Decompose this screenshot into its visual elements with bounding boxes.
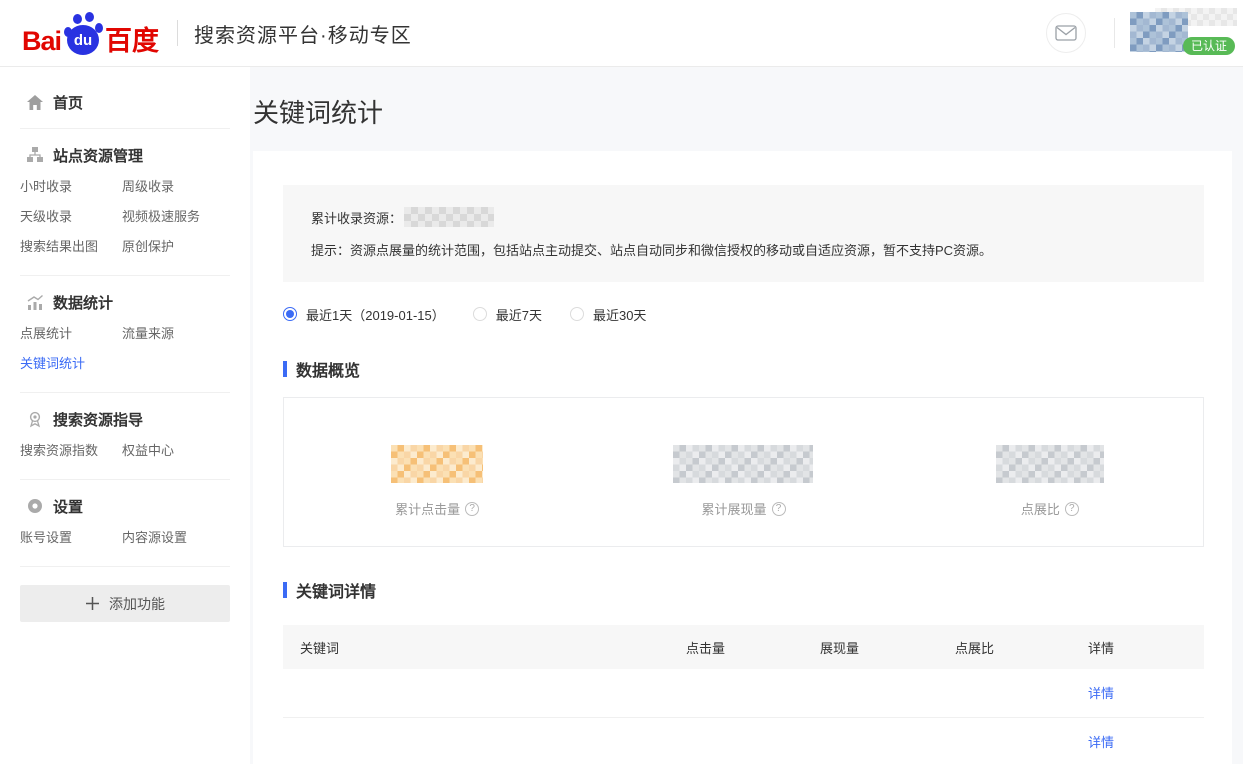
page-title: 关键词统计 xyxy=(253,93,383,130)
table-header-row: 关键词 点击量 展现量 点展比 详情 xyxy=(283,625,1204,669)
divider xyxy=(20,566,230,567)
product-title: 搜索资源平台·移动专区 xyxy=(194,19,412,48)
overview-section-header: 数据概览 xyxy=(283,358,1204,380)
radio-last-30-days[interactable]: 最近30天 xyxy=(570,305,646,324)
sidebar-item-click-impression-stats[interactable]: 点展统计 xyxy=(20,317,122,347)
blurred-impressions-value xyxy=(673,445,813,483)
table-row: 详情 xyxy=(283,718,1204,764)
sidebar-item-label: 首页 xyxy=(53,92,83,113)
summary-box: 累计收录资源： 提示：资源点展量的统计范围，包括站点主动提交、站点自动同步和微信… xyxy=(283,185,1204,282)
detail-link[interactable]: 详情 xyxy=(1088,686,1114,701)
baidu-paw-icon: du xyxy=(63,11,103,55)
radio-selected-icon xyxy=(283,307,297,321)
keyword-table: 关键词 点击量 展现量 点展比 详情 详情 详情 xyxy=(283,625,1204,764)
sitemap-icon xyxy=(25,146,45,164)
sidebar-section-settings: 设置 xyxy=(0,495,250,517)
sidebar-item-search-result-image[interactable]: 搜索结果出图 xyxy=(20,230,122,260)
add-feature-button[interactable]: 添加功能 xyxy=(20,585,230,622)
section-title: 数据统计 xyxy=(53,292,113,313)
home-icon xyxy=(25,94,45,111)
radio-unselected-icon xyxy=(570,307,584,321)
verified-badge: 已认证 xyxy=(1183,37,1235,55)
help-circle-icon[interactable]: ? xyxy=(465,502,479,516)
total-resources-label: 累计收录资源： xyxy=(311,208,402,227)
sidebar-item-home[interactable]: 首页 xyxy=(0,91,250,113)
medal-icon xyxy=(25,410,45,428)
stat-total-impressions: 累计展现量 ? xyxy=(590,398,896,546)
add-feature-label: 添加功能 xyxy=(109,594,165,614)
sidebar-section-site-resources: 站点资源管理 xyxy=(0,144,250,166)
help-circle-icon[interactable]: ? xyxy=(1065,502,1079,516)
section-title: 设置 xyxy=(53,496,83,517)
divider xyxy=(20,479,230,480)
account-menu[interactable]: 已认证 xyxy=(1115,4,1243,62)
sidebar-item-keyword-stats-active[interactable]: 关键词统计 xyxy=(20,347,122,377)
date-filter-row: 最近1天（2019-01-15） 最近7天 最近30天 xyxy=(283,304,1204,324)
main-content: 关键词统计 累计收录资源： 提示：资源点展量的统计范围，包括站点主动提交、站点自… xyxy=(250,67,1243,764)
blurred-total-value xyxy=(404,207,494,227)
logo-divider xyxy=(177,20,178,46)
divider xyxy=(20,128,230,129)
gear-icon xyxy=(25,497,45,515)
mail-button[interactable] xyxy=(1046,13,1086,53)
detail-link[interactable]: 详情 xyxy=(1088,735,1114,750)
top-header: Bai du 百度 搜索资源平台·移动专区 已认证 xyxy=(0,0,1243,67)
sidebar-item-hourly-include[interactable]: 小时收录 xyxy=(20,170,122,200)
sidebar-item-original-protection[interactable]: 原创保护 xyxy=(122,230,250,260)
blurred-ctr-value xyxy=(996,445,1104,483)
sidebar-section-resource-guidance: 搜索资源指导 xyxy=(0,408,250,430)
content-card: 累计收录资源： 提示：资源点展量的统计范围，包括站点主动提交、站点自动同步和微信… xyxy=(253,151,1232,764)
summary-tip: 提示：资源点展量的统计范围，包括站点主动提交、站点自动同步和微信授权的移动或自适… xyxy=(311,242,1176,260)
radio-last-1-day[interactable]: 最近1天（2019-01-15） xyxy=(283,305,445,324)
chart-icon xyxy=(25,294,45,311)
divider xyxy=(20,392,230,393)
mail-icon xyxy=(1055,25,1077,41)
detail-section-header: 关键词详情 xyxy=(283,579,1204,601)
sidebar-item-content-source-settings[interactable]: 内容源设置 xyxy=(122,521,250,551)
col-impressions: 展现量 xyxy=(820,638,955,657)
sidebar-item-rights-center[interactable]: 权益中心 xyxy=(122,434,250,464)
sidebar: 首页 站点资源管理 小时收录 周级收录 天级收录 视频极速服务 搜索结果出图 原… xyxy=(0,67,250,764)
blurred-clicks-value xyxy=(391,445,483,483)
radio-unselected-icon xyxy=(473,307,487,321)
sidebar-item-weekly-include[interactable]: 周级收录 xyxy=(122,170,250,200)
sidebar-item-traffic-source[interactable]: 流量来源 xyxy=(122,317,250,347)
sidebar-item-resource-index[interactable]: 搜索资源指数 xyxy=(20,434,122,464)
stat-total-clicks: 累计点击量 ? xyxy=(284,398,590,546)
baidu-logo[interactable]: Bai du 百度 xyxy=(22,11,159,55)
col-keyword: 关键词 xyxy=(300,638,686,657)
sidebar-section-data-statistics: 数据统计 xyxy=(0,291,250,313)
overview-box: 累计点击量 ? 累计展现量 ? 点展比 ? xyxy=(283,397,1204,547)
stat-ctr: 点展比 ? xyxy=(897,398,1203,546)
table-row: 详情 xyxy=(283,669,1204,718)
sidebar-item-account-settings[interactable]: 账号设置 xyxy=(20,521,122,551)
section-bar xyxy=(283,582,287,598)
radio-last-7-days[interactable]: 最近7天 xyxy=(473,305,542,324)
section-bar xyxy=(283,361,287,377)
avatar xyxy=(1130,12,1188,52)
logo-text-bai: Bai xyxy=(22,28,61,55)
logo-text-cn: 百度 xyxy=(105,27,159,55)
col-detail: 详情 xyxy=(1088,638,1187,657)
plus-icon xyxy=(85,596,100,611)
sidebar-item-daily-include[interactable]: 天级收录 xyxy=(20,200,122,230)
sidebar-item-video-service[interactable]: 视频极速服务 xyxy=(122,200,250,230)
divider xyxy=(20,275,230,276)
col-clicks: 点击量 xyxy=(686,638,820,657)
logo-text-du: du xyxy=(67,25,99,55)
section-title: 搜索资源指导 xyxy=(53,409,143,430)
help-circle-icon[interactable]: ? xyxy=(772,502,786,516)
section-title: 站点资源管理 xyxy=(53,145,143,166)
col-ctr: 点展比 xyxy=(955,638,1088,657)
